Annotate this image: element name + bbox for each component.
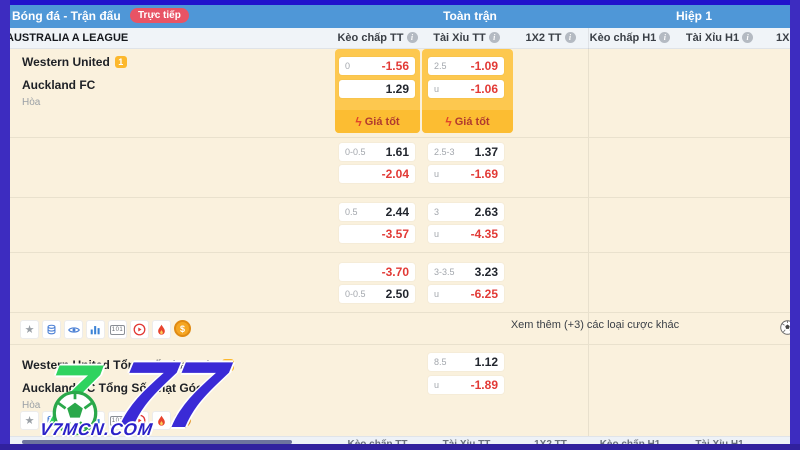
odds-cell-totals-ft[interactable]: u-4.35 <box>428 225 504 243</box>
hot-flame-icon[interactable] <box>152 411 171 430</box>
col-header-handicap-h1: Kèo chấp H1i <box>588 32 672 44</box>
odds-history-icon[interactable]: 101 <box>108 320 127 339</box>
away-team-name: Auckland FC <box>22 78 95 92</box>
corners-home-row: Western United Tổng Số Phạt Góc 1 <box>22 358 234 372</box>
frame-right <box>790 0 800 450</box>
first-half-section-label: Hiệp 1 <box>588 9 800 23</box>
info-icon[interactable]: i <box>742 32 753 43</box>
database-icon[interactable] <box>42 320 61 339</box>
odds-cell-handicap-ft[interactable]: -3.57 <box>339 225 415 243</box>
odds-history-icon[interactable]: 101 <box>108 411 127 430</box>
odds-cell-totals-ft[interactable]: 2.5-31.37 <box>428 143 504 161</box>
home-team-name: Western United <box>22 55 110 69</box>
betting-odds-screen: Bóng đá - Trận đấu Trực tiếp Toàn trận H… <box>0 0 800 450</box>
coin-icon[interactable]: $ <box>174 411 191 428</box>
best-price-badge: ϟGiá tốt <box>335 110 420 133</box>
odds-cell-handicap-ft[interactable]: -3.70 <box>339 263 415 281</box>
info-icon[interactable]: i <box>659 32 670 43</box>
odds-cell-handicap-ft[interactable]: 0-0.51.61 <box>339 143 415 161</box>
row-divider <box>10 312 790 313</box>
odds-cell-corners-totals[interactable]: 8.51.12 <box>428 353 504 371</box>
col-header-1x2-ft: 1X2 TTi <box>513 32 588 44</box>
favorite-star-icon[interactable]: ★ <box>20 411 39 430</box>
statistics-chart-icon[interactable] <box>86 320 105 339</box>
corners-home-name: Western United Tổng Số Phạt Góc <box>22 358 217 372</box>
more-bets-link[interactable]: Xem thêm (+3) các loại cược khác <box>420 319 770 331</box>
row-divider <box>10 344 790 345</box>
odds-cell-totals-ft[interactable]: 32.63 <box>428 203 504 221</box>
page-title: Bóng đá - Trận đấu <box>12 9 121 23</box>
odds-cell-handicap-ft[interactable]: 0-1.56 <box>339 57 415 75</box>
rank-badge: 1 <box>115 56 127 68</box>
odds-cell-handicap-ft[interactable]: -2.04 <box>339 165 415 183</box>
home-team-row: Western United 1 <box>22 55 127 69</box>
rank-badge: 1 <box>222 359 234 371</box>
info-icon[interactable]: i <box>565 32 576 43</box>
row-divider <box>10 197 790 198</box>
live-badge[interactable]: Trực tiếp <box>130 8 189 23</box>
play-video-icon[interactable] <box>130 411 149 430</box>
statistics-chart-icon[interactable] <box>86 411 105 430</box>
odds-cell-handicap-ft[interactable]: 0.52.44 <box>339 203 415 221</box>
odds-cell-totals-ft[interactable]: 2.5-1.09 <box>428 57 504 75</box>
odds-cell-totals-ft[interactable]: 3-3.53.23 <box>428 263 504 281</box>
row-divider <box>10 137 790 138</box>
odds-cell-handicap-ft[interactable]: 1.29 <box>339 80 415 98</box>
col-header-totals-h1: Tài Xỉu H1i <box>672 32 767 44</box>
odds-cell-corners-totals[interactable]: u-1.89 <box>428 376 504 394</box>
section-divider <box>588 28 589 436</box>
odds-cell-totals-ft[interactable]: u-1.69 <box>428 165 504 183</box>
coin-icon[interactable]: $ <box>174 320 191 337</box>
watch-eye-icon[interactable] <box>64 320 83 339</box>
odds-cell-totals-ft[interactable]: u-6.25 <box>428 285 504 303</box>
hot-flame-icon[interactable] <box>152 320 171 339</box>
odds-cell-handicap-ft[interactable]: 0-0.52.50 <box>339 285 415 303</box>
info-icon[interactable]: i <box>407 32 418 43</box>
favorite-star-icon[interactable]: ★ <box>20 320 39 339</box>
info-icon[interactable]: i <box>489 32 500 43</box>
draw-label: Hòa <box>22 97 40 108</box>
row-divider <box>10 252 790 253</box>
bolt-icon: ϟ <box>445 115 451 129</box>
database-icon[interactable] <box>42 411 61 430</box>
full-time-section-label: Toàn trận <box>335 9 605 23</box>
col-header-totals-ft: Tài Xỉu TTi <box>420 32 513 44</box>
watch-eye-icon[interactable] <box>64 411 83 430</box>
corners-away-name: Auckland FC Tổng Số Phạt Góc <box>22 381 203 395</box>
league-name: AUSTRALIA A LEAGUE <box>6 32 128 44</box>
odds-cell-totals-ft[interactable]: u-1.06 <box>428 80 504 98</box>
bolt-icon: ϟ <box>355 115 361 129</box>
play-video-icon[interactable] <box>130 320 149 339</box>
title-bar: Bóng đá - Trận đấu Trực tiếp Toàn trận H… <box>10 5 790 28</box>
best-price-badge: ϟGiá tốt <box>422 110 513 133</box>
frame-top <box>0 0 800 5</box>
col-header-handicap-ft: Kèo chấp TTi <box>335 32 420 44</box>
frame-left <box>0 0 10 450</box>
corners-draw-label: Hòa <box>22 400 40 411</box>
frame-bottom <box>0 444 800 450</box>
